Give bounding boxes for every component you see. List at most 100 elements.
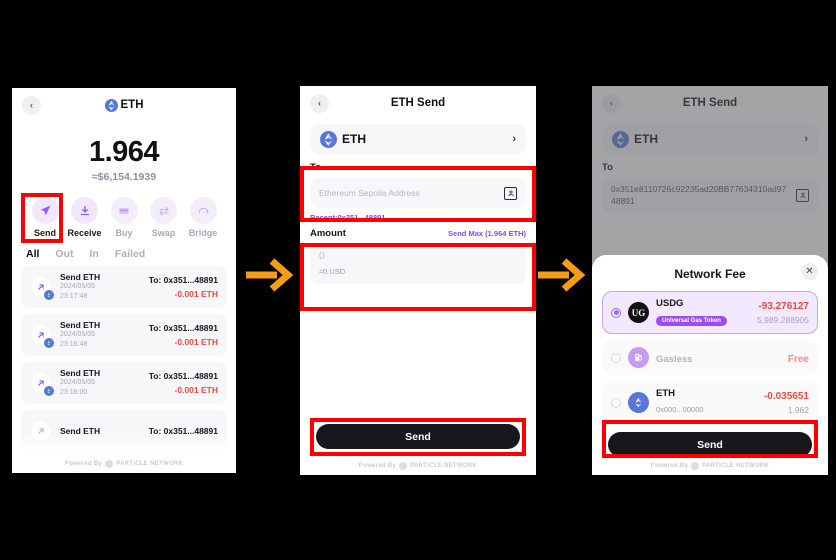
transaction-time: 23:16:48 xyxy=(60,341,88,348)
transaction-date: 2024/05/05 xyxy=(60,331,96,339)
eth-logo-icon xyxy=(104,98,118,112)
sheet-send-wrap: Send xyxy=(602,424,818,457)
transaction-recipient: To: 0x351...48891 xyxy=(148,371,218,381)
panel1-topbar: ‹ ETH xyxy=(12,88,236,122)
arrow-step-2-to-3 xyxy=(536,253,586,297)
action-receive-label: Receive xyxy=(67,228,102,238)
transaction-recipient: To: 0x351...48891 xyxy=(148,426,218,436)
amount-input[interactable]: 0 ≈0 USD xyxy=(310,244,526,284)
recent-address-link[interactable]: Recent:0x351...48891 xyxy=(310,213,526,222)
transaction-amount: -0.001 ETH xyxy=(174,385,218,395)
transaction-title: Send ETH xyxy=(60,368,101,379)
action-buy[interactable]: Buy xyxy=(105,197,143,238)
page-title: ETH xyxy=(12,98,236,112)
page-title: ETH Send xyxy=(390,97,446,109)
table-row[interactable]: Send ETH 2024/05/05 23:17:48 To: 0x351..… xyxy=(21,266,227,308)
eth-logo-icon xyxy=(320,130,337,148)
fee-option-eth[interactable]: ETH 0x000...00000 -0.035651 1.962 xyxy=(602,381,818,424)
tab-failed[interactable]: Failed xyxy=(115,248,145,260)
action-swap-label: Swap xyxy=(151,228,176,238)
send-max-link[interactable]: Send Max (1.964 ETH) xyxy=(448,229,526,238)
panel2-topbar: ‹ ETH Send xyxy=(300,86,536,120)
sheet-title: Network Fee xyxy=(674,267,746,281)
transaction-title: Send ETH xyxy=(60,272,101,283)
send-button[interactable]: Send xyxy=(316,424,520,449)
page-title-text: ETH xyxy=(120,99,144,111)
powered-by-label: Powered By xyxy=(650,463,689,469)
transaction-title: Send ETH xyxy=(60,426,101,436)
fee-option-address: 0x000...00000 xyxy=(656,405,704,414)
particle-network-logo-icon xyxy=(399,462,408,470)
send-arrow-icon xyxy=(30,324,54,348)
eth-send-form-screen: ‹ ETH Send ETH › To Ethereum Sepolia Add… xyxy=(300,86,536,475)
table-row[interactable]: Send ETH 2024/05/05 23:16:48 To: 0x351..… xyxy=(21,314,227,356)
table-row[interactable]: Send ETH To: 0x351...48891 xyxy=(21,410,227,452)
fee-amount: -93.276127 xyxy=(758,300,809,312)
send-icon xyxy=(31,197,59,224)
address-book-icon[interactable] xyxy=(504,186,517,200)
eth-chain-badge-icon xyxy=(44,338,54,348)
buy-icon xyxy=(110,197,138,224)
network-fee-sheet: Network Fee ✕ UG USDG Universal Gas Toke… xyxy=(592,255,828,475)
transaction-amount: -0.001 ETH xyxy=(174,337,218,347)
recipient-address-input[interactable]: Ethereum Sepolia Address xyxy=(310,178,526,208)
send-button[interactable]: Send xyxy=(608,432,812,457)
powered-by-label: Powered By xyxy=(64,461,103,467)
action-send-label: Send xyxy=(33,228,56,238)
back-icon[interactable]: ‹ xyxy=(22,95,41,115)
tab-out[interactable]: Out xyxy=(55,248,73,260)
powered-by-brand: PARTICLE NETWORK xyxy=(702,463,770,469)
transaction-date: 2024/05/05 xyxy=(60,283,96,291)
amount-value: 0 xyxy=(319,251,325,262)
amount-usd-value: ≈0 USD xyxy=(319,267,346,276)
balance-block: 1.964 ≈$6,154.1939 xyxy=(12,122,236,183)
arrow-step-1-to-2 xyxy=(244,253,294,297)
token-selector[interactable]: ETH › xyxy=(310,124,526,154)
fee-balance: 5,989.288905 xyxy=(757,314,809,325)
transaction-date: 2024/05/05 xyxy=(60,379,96,387)
eth-chain-badge-icon xyxy=(44,290,54,300)
powered-by-footer: Powered By PARTICLE NETWORK xyxy=(12,460,236,468)
to-label: To xyxy=(310,162,321,173)
usdg-token-icon: UG xyxy=(628,302,649,323)
action-bridge[interactable]: Bridge xyxy=(184,197,222,238)
action-send[interactable]: Send xyxy=(26,197,64,238)
amount-header: Amount Send Max (1.964 ETH) xyxy=(310,228,526,239)
fee-amount: Free xyxy=(787,353,809,365)
screenshot-stage: ‹ ETH 1.964 ≈$6,154.1939 Send Receive Bu… xyxy=(0,0,836,560)
fee-option-gasless[interactable]: Gasless Free xyxy=(602,340,818,375)
send-arrow-icon xyxy=(30,276,54,300)
send-arrow-icon xyxy=(30,372,54,396)
quick-actions: Send Receive Buy Swap Bridge xyxy=(12,183,236,238)
wallet-token-detail-screen: ‹ ETH 1.964 ≈$6,154.1939 Send Receive Bu… xyxy=(12,88,236,473)
table-row[interactable]: Send ETH 2024/05/05 23:16:00 To: 0x351..… xyxy=(21,362,227,404)
swap-icon xyxy=(150,197,177,224)
transaction-time: 23:16:00 xyxy=(60,389,88,396)
transaction-time: 23:17:48 xyxy=(60,293,88,300)
radio-eth[interactable] xyxy=(611,397,621,408)
fee-option-name: Gasless xyxy=(656,353,693,365)
send-arrow-icon xyxy=(30,420,52,442)
powered-by-brand: PARTICLE NETWORK xyxy=(410,463,478,469)
particle-network-logo-icon xyxy=(691,462,700,470)
panel2-send-wrap: Send xyxy=(316,424,520,449)
amount-label: Amount xyxy=(310,228,346,239)
radio-usdg[interactable] xyxy=(611,307,621,318)
eth-chain-badge-icon xyxy=(44,386,54,396)
back-icon[interactable]: ‹ xyxy=(310,93,329,113)
radio-gasless[interactable] xyxy=(611,352,621,363)
tab-all[interactable]: All xyxy=(26,248,39,260)
action-swap[interactable]: Swap xyxy=(145,197,183,238)
action-receive[interactable]: Receive xyxy=(66,197,104,238)
powered-by-brand: PARTICLE NETWORK xyxy=(116,461,184,467)
fee-amount: -0.035651 xyxy=(763,390,809,402)
eth-token-icon xyxy=(628,392,649,413)
transaction-list: Send ETH 2024/05/05 23:17:48 To: 0x351..… xyxy=(12,266,236,452)
sheet-header: Network Fee ✕ xyxy=(602,263,818,285)
action-bridge-label: Bridge xyxy=(188,228,218,238)
fee-option-usdg[interactable]: UG USDG Universal Gas Token -93.276127 5… xyxy=(602,291,818,334)
close-icon[interactable]: ✕ xyxy=(801,263,818,280)
fee-balance: 1.962 xyxy=(787,404,809,415)
action-buy-label: Buy xyxy=(115,228,133,238)
tab-in[interactable]: In xyxy=(90,248,99,260)
